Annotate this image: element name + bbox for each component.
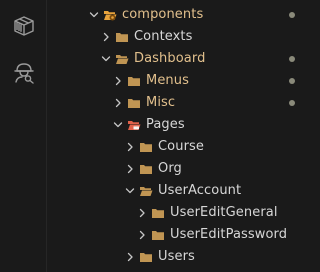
tree-item-label: UserEditPassword <box>170 227 288 242</box>
chevron-down-icon[interactable] <box>112 114 124 136</box>
tree-item-pages[interactable]: Pages <box>47 114 317 136</box>
tree-item-misc[interactable]: Misc <box>47 92 317 114</box>
components-folder-icon <box>103 8 117 22</box>
folder-icon <box>139 250 153 264</box>
pages-folder-icon <box>127 118 141 132</box>
tree-item-usereditpassword[interactable]: UserEditPassword <box>47 224 317 246</box>
tree-item-label: UserAccount <box>158 183 242 198</box>
folder-open-icon <box>139 184 153 198</box>
tree-item-label: components <box>122 7 204 22</box>
folder-icon <box>115 30 129 44</box>
tree-item-label: Menus <box>146 73 189 88</box>
chevron-right-icon[interactable] <box>136 224 148 246</box>
tree-item-label: Dashboard <box>134 51 206 66</box>
chevron-right-icon[interactable] <box>124 246 136 268</box>
tree-item-label: Course <box>158 139 204 154</box>
chevron-right-icon[interactable] <box>112 70 124 92</box>
tree-item-label: Users <box>158 249 195 264</box>
folder-icon <box>151 228 165 242</box>
folder-icon <box>151 206 165 220</box>
chevron-down-icon[interactable] <box>124 180 136 202</box>
folder-icon <box>127 96 141 110</box>
tree-item-label: Pages <box>146 117 185 132</box>
user-search-icon[interactable] <box>11 60 37 86</box>
tree-item-label: UserEditGeneral <box>170 205 278 220</box>
tree-item-label: Org <box>158 161 182 176</box>
tree-item-users[interactable]: Users <box>47 246 317 268</box>
tree-item-usereditgeneral[interactable]: UserEditGeneral <box>47 202 317 224</box>
tree-item-dashboard[interactable]: Dashboard <box>47 48 317 70</box>
chevron-down-icon[interactable] <box>88 4 100 26</box>
tree-item-label: Misc <box>146 95 176 110</box>
chevron-right-icon[interactable] <box>112 92 124 114</box>
package-icon[interactable] <box>11 13 37 39</box>
modified-indicator <box>289 12 295 18</box>
tree-item-menus[interactable]: Menus <box>47 70 317 92</box>
modified-indicator <box>289 56 295 62</box>
folder-icon <box>139 162 153 176</box>
tree-item-useraccount[interactable]: UserAccount <box>47 180 317 202</box>
modified-indicator <box>289 78 295 84</box>
tree-item-course[interactable]: Course <box>47 136 317 158</box>
chevron-right-icon[interactable] <box>136 202 148 224</box>
chevron-right-icon[interactable] <box>100 26 112 48</box>
tree-item-contexts[interactable]: Contexts <box>47 26 317 48</box>
tree-item-org[interactable]: Org <box>47 158 317 180</box>
activity-bar <box>0 0 47 272</box>
chevron-right-icon[interactable] <box>124 136 136 158</box>
folder-open-icon <box>115 52 129 66</box>
folder-icon <box>127 74 141 88</box>
file-tree: components Contexts Dashboard Menus Misc Page… <box>47 4 317 268</box>
chevron-down-icon[interactable] <box>100 48 112 70</box>
modified-indicator <box>289 100 295 106</box>
folder-icon <box>139 140 153 154</box>
tree-item-components[interactable]: components <box>47 4 317 26</box>
chevron-right-icon[interactable] <box>124 158 136 180</box>
explorer-window: components Contexts Dashboard Menus Misc Page… <box>0 0 317 272</box>
tree-item-label: Contexts <box>134 29 193 44</box>
